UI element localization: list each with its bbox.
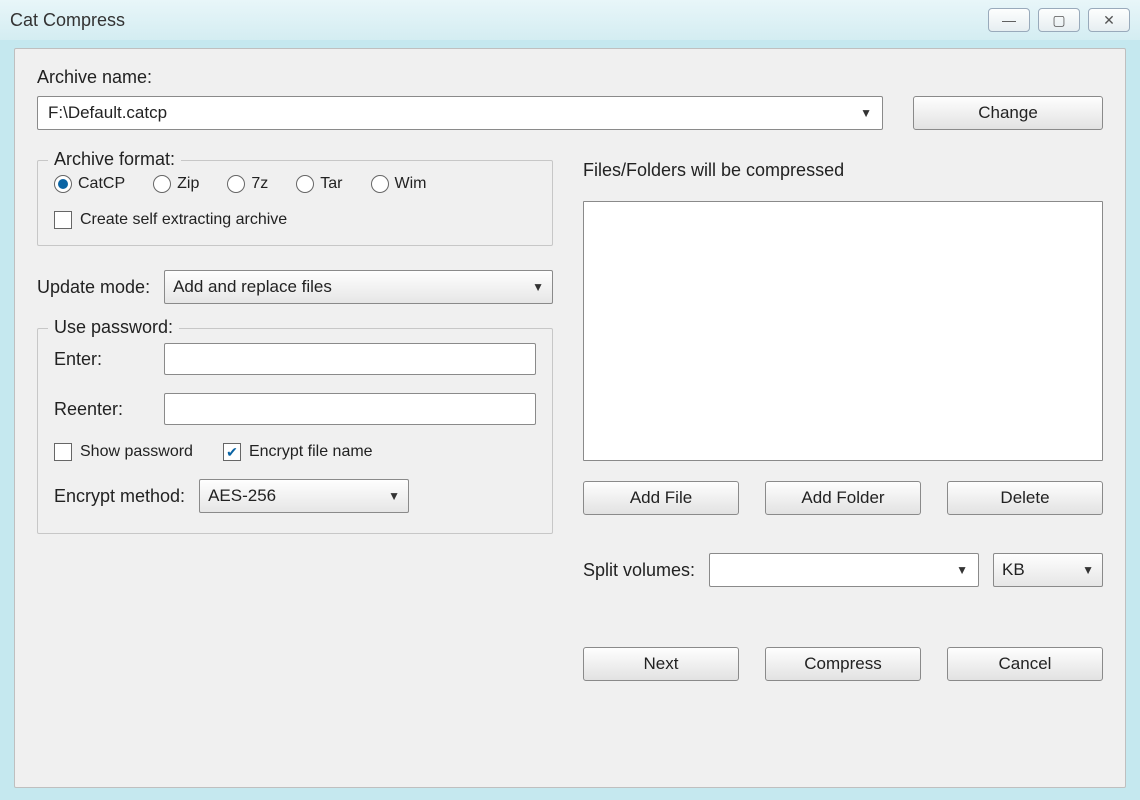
titlebar: Cat Compress — ▢ ✕ [0, 0, 1140, 40]
add-file-label: Add File [630, 488, 692, 508]
files-listbox[interactable] [583, 201, 1103, 461]
split-unit-value: KB [1002, 560, 1025, 580]
split-volumes-label: Split volumes: [583, 560, 695, 581]
main-dialog: Archive name: F:\Default.catcp ▼ Change … [14, 48, 1126, 788]
format-radio-7z[interactable]: 7z [227, 175, 268, 193]
format-radio-tar-label: Tar [320, 175, 342, 193]
change-button-label: Change [978, 103, 1038, 123]
self-extract-checkbox[interactable]: Create self extracting archive [54, 211, 536, 229]
password-legend: Use password: [48, 317, 179, 338]
format-radio-catcp-label: CatCP [78, 175, 125, 193]
format-radio-7z-label: 7z [251, 175, 268, 193]
encrypt-method-value: AES-256 [208, 486, 276, 506]
checkbox-icon [54, 443, 72, 461]
next-label: Next [644, 654, 679, 674]
format-radio-zip-label: Zip [177, 175, 199, 193]
radio-icon [371, 175, 389, 193]
radio-icon [54, 175, 72, 193]
format-radio-zip[interactable]: Zip [153, 175, 199, 193]
change-button[interactable]: Change [913, 96, 1103, 130]
add-file-button[interactable]: Add File [583, 481, 739, 515]
chevron-down-icon: ▼ [532, 280, 544, 294]
format-radio-wim[interactable]: Wim [371, 175, 427, 193]
split-size-combo[interactable]: ▼ [709, 553, 979, 587]
chevron-down-icon: ▼ [388, 489, 400, 503]
encrypt-filename-label: Encrypt file name [249, 443, 373, 461]
password-group: Use password: Enter: Reenter: Show passw… [37, 328, 553, 534]
minimize-button[interactable]: — [988, 8, 1030, 32]
update-mode-select[interactable]: Add and replace files ▼ [164, 270, 553, 304]
files-heading: Files/Folders will be compressed [583, 160, 1103, 181]
password-enter-label: Enter: [54, 349, 150, 370]
archive-format-group: Archive format: CatCP Zip 7z [37, 160, 553, 246]
format-radio-wim-label: Wim [395, 175, 427, 193]
radio-icon [227, 175, 245, 193]
show-password-checkbox[interactable]: Show password [54, 443, 193, 461]
checkbox-icon [54, 211, 72, 229]
delete-button[interactable]: Delete [947, 481, 1103, 515]
update-mode-value: Add and replace files [173, 277, 332, 297]
archive-format-legend: Archive format: [48, 149, 181, 170]
minimize-icon: — [1002, 12, 1016, 28]
chevron-down-icon: ▼ [956, 563, 968, 577]
encrypt-method-select[interactable]: AES-256 ▼ [199, 479, 409, 513]
self-extract-label: Create self extracting archive [80, 211, 287, 229]
maximize-icon: ▢ [1052, 12, 1065, 29]
password-enter-input[interactable] [164, 343, 536, 375]
checkbox-checked-icon: ✔ [223, 443, 241, 461]
close-button[interactable]: ✕ [1088, 8, 1130, 32]
add-folder-button[interactable]: Add Folder [765, 481, 921, 515]
archive-name-label: Archive name: [37, 67, 1103, 88]
delete-label: Delete [1000, 488, 1049, 508]
password-reenter-input[interactable] [164, 393, 536, 425]
password-reenter-label: Reenter: [54, 399, 150, 420]
update-mode-label: Update mode: [37, 277, 150, 298]
cancel-button[interactable]: Cancel [947, 647, 1103, 681]
radio-icon [153, 175, 171, 193]
split-unit-select[interactable]: KB ▼ [993, 553, 1103, 587]
close-icon: ✕ [1103, 12, 1115, 29]
maximize-button[interactable]: ▢ [1038, 8, 1080, 32]
next-button[interactable]: Next [583, 647, 739, 681]
archive-name-combo[interactable]: F:\Default.catcp ▼ [37, 96, 883, 130]
window-title: Cat Compress [10, 10, 125, 31]
chevron-down-icon: ▼ [1082, 563, 1094, 577]
cancel-label: Cancel [999, 654, 1052, 674]
compress-button[interactable]: Compress [765, 647, 921, 681]
add-folder-label: Add Folder [801, 488, 884, 508]
window-controls: — ▢ ✕ [988, 8, 1130, 32]
encrypt-filename-checkbox[interactable]: ✔ Encrypt file name [223, 443, 373, 461]
show-password-label: Show password [80, 443, 193, 461]
archive-name-value: F:\Default.catcp [48, 103, 167, 123]
compress-label: Compress [804, 654, 881, 674]
encrypt-method-label: Encrypt method: [54, 486, 185, 507]
radio-icon [296, 175, 314, 193]
format-radio-catcp[interactable]: CatCP [54, 175, 125, 193]
chevron-down-icon: ▼ [860, 106, 872, 120]
format-radio-tar[interactable]: Tar [296, 175, 342, 193]
